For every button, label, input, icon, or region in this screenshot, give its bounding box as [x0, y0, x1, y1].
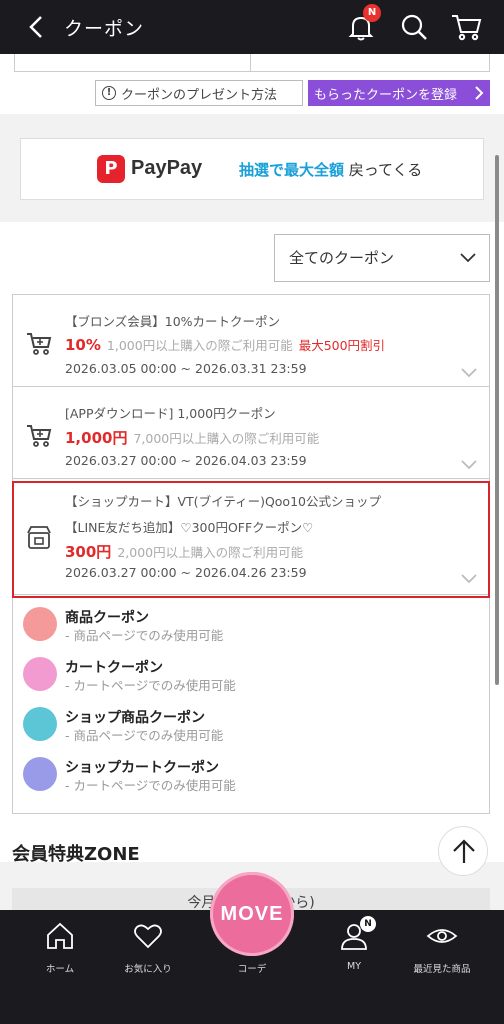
nav-label: 最近見た商品	[413, 964, 471, 975]
nav-recent[interactable]: 最近見た商品	[392, 910, 492, 990]
legend-title: ショップ商品クーポン	[65, 710, 205, 726]
scroll-to-top-button[interactable]	[438, 826, 488, 876]
coupon-max: 最大500円割引	[298, 338, 386, 353]
heart-icon	[134, 924, 162, 949]
shop-product-coupon-icon	[23, 707, 57, 741]
page-title: クーポン	[64, 18, 145, 40]
coupon-amount: 1,000円	[65, 429, 128, 447]
legend-title: カートクーポン	[65, 660, 163, 676]
cart-icon[interactable]	[449, 10, 483, 44]
search-icon[interactable]	[397, 10, 431, 44]
legend-sub: - カートページでのみ使用可能	[65, 678, 236, 693]
paypay-logo-icon: P	[97, 155, 125, 183]
present-method-button[interactable]: ! クーポンのプレゼント方法	[95, 80, 303, 106]
legend-title: ショップカートクーポン	[65, 760, 219, 776]
nav-label: コーデ	[237, 964, 267, 975]
coupon-condition: 7,000円以上購入の際ご利用可能	[133, 431, 320, 446]
legend-sub: - 商品ページでのみ使用可能	[65, 728, 224, 743]
filter-selected-label: 全てのクーポン	[289, 249, 395, 267]
coupon-condition-row: 1,000円 7,000円以上購入の際ご利用可能	[65, 427, 319, 448]
notification-badge: N	[363, 4, 381, 22]
nav-home[interactable]: ホーム	[10, 910, 110, 990]
back-arrow-icon[interactable]	[22, 12, 52, 42]
paypay-banner[interactable]: P PayPay 抽選で最大全額 戻ってくる	[20, 138, 484, 200]
nav-label: MY	[347, 961, 361, 972]
coupon-filter-select[interactable]: 全てのクーポン	[274, 234, 490, 282]
legend-title: 商品クーポン	[65, 610, 149, 626]
coupon-condition: 1,000円以上購入の際ご利用可能	[106, 338, 293, 353]
nav-favorites[interactable]: お気に入り	[98, 910, 198, 990]
cart-coupon-icon	[27, 425, 52, 447]
tab-divider	[250, 54, 251, 72]
arrow-up-icon	[453, 839, 475, 863]
chevron-down-icon[interactable]	[461, 459, 477, 471]
my-badge: N	[360, 916, 376, 932]
info-icon: !	[102, 86, 116, 100]
coupon-period: 2026.03.05 00:00 ~ 2026.03.31 23:59	[65, 361, 307, 376]
cart-coupon-icon	[23, 657, 57, 691]
chevron-down-icon[interactable]	[461, 367, 477, 379]
legend-sub: - 商品ページでのみ使用可能	[65, 628, 224, 643]
highlight-outline	[12, 481, 490, 598]
coupon-name: [APPダウンロード] 1,000円クーポン	[65, 406, 276, 421]
cart-coupon-icon	[27, 333, 52, 355]
shop-cart-coupon-icon	[23, 757, 57, 791]
present-method-label: クーポンのプレゼント方法	[121, 87, 278, 103]
coupon-period: 2026.03.27 00:00 ~ 2026.04.03 23:59	[65, 453, 307, 468]
coupon-name: 【ブロンズ会員】10%カートクーポン	[65, 314, 281, 329]
product-coupon-icon	[23, 607, 57, 641]
promo-rest: 戻ってくる	[348, 161, 423, 179]
top-bar: クーポン N	[0, 0, 504, 54]
tab-box	[14, 54, 490, 72]
nav-label: お気に入り	[124, 964, 172, 975]
paypay-brand: PayPay	[131, 157, 203, 179]
coupon-item[interactable]: 【ブロンズ会員】10%カートクーポン 10% 1,000円以上購入の際ご利用可能最…	[13, 295, 489, 387]
home-icon	[47, 922, 73, 949]
register-coupon-button[interactable]: もらったクーポンを登録	[308, 80, 490, 106]
eye-icon	[426, 929, 458, 943]
nav-my[interactable]: MY	[304, 910, 404, 990]
move-button[interactable]: MOVE	[210, 872, 294, 956]
zone-title: 会員特典ZONE	[12, 844, 140, 865]
register-coupon-label: もらったクーポンを登録	[314, 87, 458, 103]
promo-highlight: 抽選で最大全額	[239, 161, 345, 179]
nav-label: ホーム	[45, 964, 75, 975]
paypay-promo: 抽選で最大全額 戻ってくる	[239, 159, 422, 180]
coupon-condition-row: 10% 1,000円以上購入の際ご利用可能 最大500円割引	[65, 335, 385, 354]
coupon-amount: 10%	[65, 336, 101, 354]
coupon-item[interactable]: [APPダウンロード] 1,000円クーポン 1,000円 7,000円以上購入の…	[13, 387, 489, 479]
legend-sub: - カートページでのみ使用可能	[65, 778, 236, 793]
chevron-down-icon	[460, 253, 476, 263]
scrollbar[interactable]	[495, 155, 499, 685]
chevron-right-icon	[475, 86, 484, 100]
